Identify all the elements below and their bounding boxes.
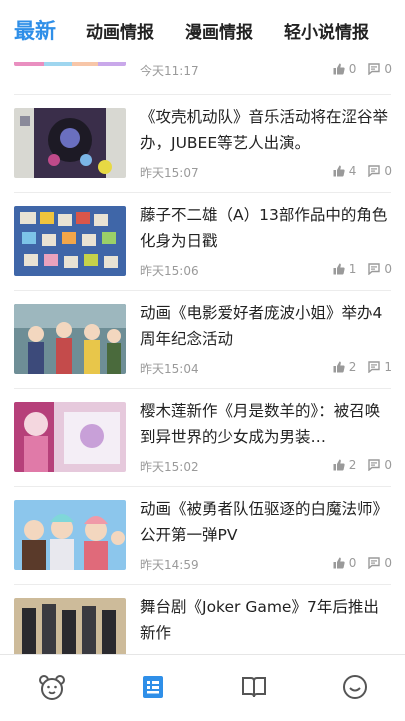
article-meta: 昨天15:04 2 1 bbox=[140, 360, 392, 378]
article-meta: 昨天15:07 4 0 bbox=[140, 164, 392, 182]
thumbs-up-icon[interactable] bbox=[333, 557, 345, 569]
nav-bear-button[interactable] bbox=[38, 673, 66, 701]
article-meta: 今天11:17 0 0 bbox=[140, 62, 392, 80]
tab-light-novel-news[interactable]: 轻小说情报 bbox=[284, 18, 369, 43]
comment-icon[interactable] bbox=[368, 165, 381, 177]
like-count: 0 bbox=[348, 62, 357, 76]
nav-news-button[interactable] bbox=[139, 673, 167, 701]
comment-icon[interactable] bbox=[368, 63, 381, 75]
thumbs-up-icon[interactable] bbox=[333, 459, 345, 471]
article-thumbnail bbox=[14, 304, 126, 374]
divider bbox=[14, 486, 391, 487]
article-thumbnail bbox=[14, 62, 126, 66]
comment-count: 0 bbox=[384, 262, 392, 276]
comment-icon[interactable] bbox=[368, 557, 381, 569]
article-time: 昨天15:02 bbox=[140, 460, 199, 474]
smiley-icon bbox=[343, 675, 367, 699]
open-book-icon bbox=[242, 677, 266, 698]
comment-icon[interactable] bbox=[368, 361, 381, 373]
article-meta: 昨天15:02 2 0 bbox=[140, 458, 392, 476]
divider bbox=[14, 290, 391, 291]
comment-count: 1 bbox=[384, 360, 392, 374]
like-count: 2 bbox=[348, 458, 357, 472]
article-time: 昨天15:07 bbox=[140, 166, 199, 180]
nav-profile-button[interactable] bbox=[341, 673, 369, 701]
like-count: 0 bbox=[348, 556, 357, 570]
article-time: 昨天14:59 bbox=[140, 558, 199, 572]
article-title[interactable]: 动画《被勇者队伍驱逐的白魔法师》公开第一弹PV bbox=[140, 496, 392, 548]
news-feed[interactable]: 今天11:17 0 0 《攻壳机动队》音乐活动将在涩谷举办，JUBEE等艺人出演… bbox=[0, 62, 405, 654]
article-item[interactable]: 藤子不二雄（A）13部作品中的角色化身为日戳 昨天15:06 1 0 bbox=[0, 202, 405, 300]
article-item[interactable]: 舞台剧《Joker Game》7年后推出新作 bbox=[0, 594, 405, 654]
thumbs-up-icon[interactable] bbox=[333, 63, 345, 75]
article-time: 今天11:17 bbox=[140, 64, 199, 78]
article-thumbnail bbox=[14, 402, 126, 472]
article-meta: 昨天14:59 0 0 bbox=[140, 556, 392, 574]
like-count: 2 bbox=[348, 360, 357, 374]
bottom-nav-bar bbox=[0, 654, 405, 721]
tab-anime-news[interactable]: 动画情报 bbox=[86, 18, 154, 43]
comment-count: 0 bbox=[384, 164, 392, 178]
article-title[interactable]: 舞台剧《Joker Game》7年后推出新作 bbox=[140, 594, 392, 646]
article-title[interactable]: 樱木莲新作《月是数羊的》：被召唤到异世界的少女成为男装… bbox=[140, 398, 392, 450]
article-item[interactable]: 动画《被勇者队伍驱逐的白魔法师》公开第一弹PV 昨天14:59 0 0 bbox=[0, 496, 405, 594]
nav-book-button[interactable] bbox=[240, 673, 268, 701]
article-thumbnail bbox=[14, 206, 126, 276]
article-thumbnail bbox=[14, 598, 126, 654]
thumbs-up-icon[interactable] bbox=[333, 263, 345, 275]
article-time: 昨天15:04 bbox=[140, 362, 199, 376]
bear-face-icon bbox=[39, 675, 65, 700]
divider bbox=[14, 192, 391, 193]
article-thumbnail bbox=[14, 108, 126, 178]
article-title[interactable]: 《攻壳机动队》音乐活动将在涩谷举办，JUBEE等艺人出演。 bbox=[140, 104, 392, 156]
article-meta: 昨天15:06 1 0 bbox=[140, 262, 392, 280]
divider bbox=[14, 388, 391, 389]
article-item[interactable]: 动画《电影爱好者庞波小姐》举办4周年纪念活动 昨天15:04 2 1 bbox=[0, 300, 405, 398]
tab-latest[interactable]: 最新 bbox=[14, 15, 56, 45]
thumbs-up-icon[interactable] bbox=[333, 361, 345, 373]
comment-icon[interactable] bbox=[368, 263, 381, 275]
like-count: 1 bbox=[348, 262, 357, 276]
category-tab-bar: 最新 动画情报 漫画情报 轻小说情报 bbox=[0, 0, 405, 62]
divider bbox=[14, 94, 391, 95]
article-time: 昨天15:06 bbox=[140, 264, 199, 278]
divider bbox=[14, 584, 391, 585]
tab-manga-news[interactable]: 漫画情报 bbox=[185, 18, 253, 43]
like-count: 4 bbox=[348, 164, 357, 178]
article-item[interactable]: 《攻壳机动队》音乐活动将在涩谷举办，JUBEE等艺人出演。 昨天15:07 4 … bbox=[0, 104, 405, 202]
article-thumbnail bbox=[14, 500, 126, 570]
news-list-icon bbox=[143, 676, 163, 698]
comment-icon[interactable] bbox=[368, 459, 381, 471]
article-item[interactable]: 樱木莲新作《月是数羊的》：被召唤到异世界的少女成为男装… 昨天15:02 2 0 bbox=[0, 398, 405, 496]
article-title[interactable]: 动画《电影爱好者庞波小姐》举办4周年纪念活动 bbox=[140, 300, 392, 352]
comment-count: 0 bbox=[384, 556, 392, 570]
article-item[interactable]: 今天11:17 0 0 bbox=[0, 62, 405, 90]
thumbs-up-icon[interactable] bbox=[333, 165, 345, 177]
article-title[interactable]: 藤子不二雄（A）13部作品中的角色化身为日戳 bbox=[140, 202, 392, 254]
comment-count: 0 bbox=[384, 62, 392, 76]
comment-count: 0 bbox=[384, 458, 392, 472]
